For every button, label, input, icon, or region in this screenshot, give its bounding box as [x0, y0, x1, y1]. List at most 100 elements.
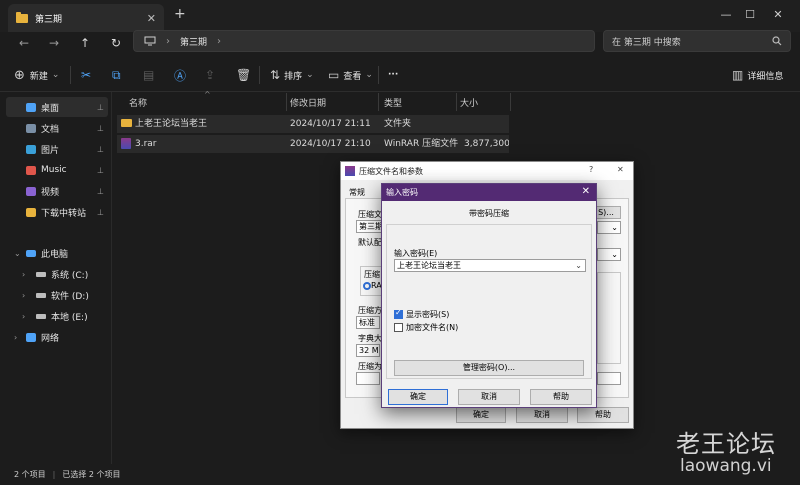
- profile-dropdown-icon[interactable]: ⌄: [597, 248, 621, 261]
- breadcrumb-current[interactable]: 第三期: [180, 35, 207, 48]
- search-box[interactable]: 在 第三期 中搜索: [603, 30, 791, 52]
- sidebar-item-label: 网络: [41, 333, 60, 344]
- tab-close-icon[interactable]: ✕: [147, 12, 156, 25]
- help-button[interactable]: 帮助: [530, 389, 592, 405]
- sort-button[interactable]: ⇅ 排序 ⌄: [270, 66, 314, 84]
- chevron-down-icon: ⌄: [365, 70, 373, 80]
- more-options-button[interactable]: ···: [388, 66, 398, 84]
- column-header-name[interactable]: 名称: [117, 93, 287, 111]
- sidebar-item-drive-c[interactable]: › 系统 (C:): [6, 264, 108, 284]
- dict-select[interactable]: 32 MB: [356, 344, 380, 357]
- file-size: [464, 115, 509, 133]
- breadcrumb-end-chevron[interactable]: ›: [217, 36, 221, 47]
- encrypt-filenames-checkbox[interactable]: 加密文件名(N): [394, 322, 458, 333]
- sidebar-item-desktop[interactable]: 桌面 ⊥: [6, 97, 108, 117]
- back-button[interactable]: ←: [12, 35, 36, 51]
- sidebar-item-music[interactable]: Music ⊥: [6, 160, 108, 180]
- password-input[interactable]: 上老王论坛当老王 ⌄: [394, 259, 586, 272]
- sidebar-item-videos[interactable]: 视频 ⊥: [6, 181, 108, 201]
- tab-general[interactable]: 常规: [349, 187, 365, 198]
- split-label: 压缩为: [358, 362, 382, 371]
- sort-label: 排序: [284, 71, 303, 82]
- toolbar-divider: [378, 66, 379, 84]
- view-button[interactable]: ▭ 查看 ⌄: [328, 66, 373, 84]
- new-button[interactable]: ⊕ 新建 ⌄: [14, 66, 59, 84]
- chevron-right-icon[interactable]: ›: [22, 312, 25, 321]
- chevron-right-icon[interactable]: ›: [22, 270, 25, 279]
- cancel-button[interactable]: 取消: [458, 389, 520, 405]
- help-button[interactable]: 帮助: [577, 407, 629, 423]
- file-name: 上老王论坛当老王: [135, 119, 208, 129]
- pin-icon[interactable]: ⊥: [97, 208, 104, 217]
- dialog-title-bar: 压缩文件名和参数 ? ✕: [341, 162, 633, 180]
- refresh-button[interactable]: ↻: [104, 35, 128, 51]
- watermark-en: laowang.vi: [680, 456, 772, 476]
- show-password-checkbox[interactable]: 显示密码(S): [394, 308, 449, 320]
- file-type: WinRAR 压缩文件: [384, 139, 459, 149]
- file-modified: 2024/10/17 21:11: [290, 119, 371, 129]
- status-divider: |: [52, 470, 56, 479]
- sidebar-item-label: 此电脑: [41, 249, 69, 260]
- rename-icon[interactable]: Ⓐ: [174, 66, 186, 84]
- pin-icon[interactable]: ⊥: [97, 103, 104, 112]
- chevron-down-icon: ⌄: [306, 70, 314, 80]
- format-radio-rar[interactable]: RA: [363, 281, 382, 290]
- chevron-right-icon[interactable]: ›: [14, 333, 17, 342]
- forward-button[interactable]: →: [42, 35, 66, 51]
- manage-passwords-button[interactable]: 管理密码(O)...: [394, 360, 584, 376]
- sidebar-item-pictures[interactable]: 图片 ⊥: [6, 139, 108, 159]
- help-icon[interactable]: ?: [589, 165, 593, 174]
- file-row[interactable]: 3.rar 2024/10/17 21:10 WinRAR 压缩文件 3,877…: [117, 135, 509, 153]
- sidebar-item-label: 系统 (C:): [51, 270, 89, 281]
- sidebar-item-label: 文档: [41, 124, 60, 135]
- chevron-right-icon[interactable]: ›: [22, 291, 25, 300]
- column-header-type[interactable]: 类型: [379, 93, 457, 111]
- password-label: 输入密码(E): [394, 249, 438, 258]
- delete-icon[interactable]: 🗑: [236, 66, 251, 84]
- sidebar-item-downloads-transfer[interactable]: 下载中转站 ⊥: [6, 202, 108, 222]
- sidebar-item-drive-e[interactable]: › 本地 (E:): [6, 306, 108, 326]
- password-history-dropdown-icon[interactable]: ⌄: [575, 260, 582, 271]
- up-button[interactable]: ↑: [73, 35, 97, 51]
- pictures-icon: [26, 144, 36, 154]
- close-window-button[interactable]: ✕: [755, 4, 800, 26]
- documents-icon: [26, 123, 36, 133]
- new-tab-button[interactable]: +: [174, 6, 186, 22]
- close-icon[interactable]: ✕: [582, 186, 590, 197]
- chevron-down-icon[interactable]: ⌄: [14, 249, 21, 258]
- pin-icon[interactable]: ⊥: [97, 145, 104, 154]
- column-header-size[interactable]: 大小: [457, 93, 511, 111]
- address-bar[interactable]: › 第三期 ›: [133, 30, 595, 52]
- search-input[interactable]: 在 第三期 中搜索: [612, 35, 772, 48]
- copy-icon[interactable]: ⧉: [112, 66, 121, 84]
- sidebar-item-network[interactable]: › 网络: [6, 327, 108, 347]
- drive-icon: [36, 313, 46, 319]
- sidebar-item-drive-d[interactable]: › 软件 (D:): [6, 285, 108, 305]
- method-select[interactable]: 标准: [356, 316, 380, 329]
- split-field[interactable]: [356, 372, 380, 385]
- share-icon[interactable]: ⇪: [205, 66, 215, 84]
- cut-icon[interactable]: ✂: [81, 66, 91, 84]
- ok-button[interactable]: 确定: [388, 389, 448, 405]
- pin-icon[interactable]: ⊥: [97, 166, 104, 175]
- drive-icon: [36, 292, 46, 298]
- dialog-title: 压缩文件名和参数: [359, 166, 423, 176]
- cancel-button[interactable]: 取消: [516, 407, 568, 423]
- pin-icon[interactable]: ⊥: [97, 124, 104, 133]
- tab-title: 第三期: [35, 14, 63, 25]
- column-header-modified[interactable]: 修改日期: [287, 93, 379, 111]
- file-row[interactable]: 上老王论坛当老王 2024/10/17 21:11 文件夹: [117, 115, 509, 133]
- tab-current[interactable]: 第三期 ✕: [8, 4, 164, 32]
- paste-icon[interactable]: ▤: [143, 66, 154, 84]
- this-pc-icon: [26, 249, 36, 257]
- details-pane-button[interactable]: ▥ 详细信息: [732, 66, 783, 84]
- split-unit-field[interactable]: [597, 372, 621, 385]
- checkbox-checked-icon: [394, 308, 403, 319]
- toolbar-divider: [70, 66, 71, 84]
- archive-dropdown-icon[interactable]: ⌄: [597, 221, 621, 234]
- pin-icon[interactable]: ⊥: [97, 187, 104, 196]
- close-icon[interactable]: ✕: [617, 165, 624, 174]
- sidebar-item-this-pc[interactable]: ⌄ 此电脑: [6, 243, 108, 263]
- sidebar-item-documents[interactable]: 文档 ⊥: [6, 118, 108, 138]
- ok-button[interactable]: 确定: [456, 407, 506, 423]
